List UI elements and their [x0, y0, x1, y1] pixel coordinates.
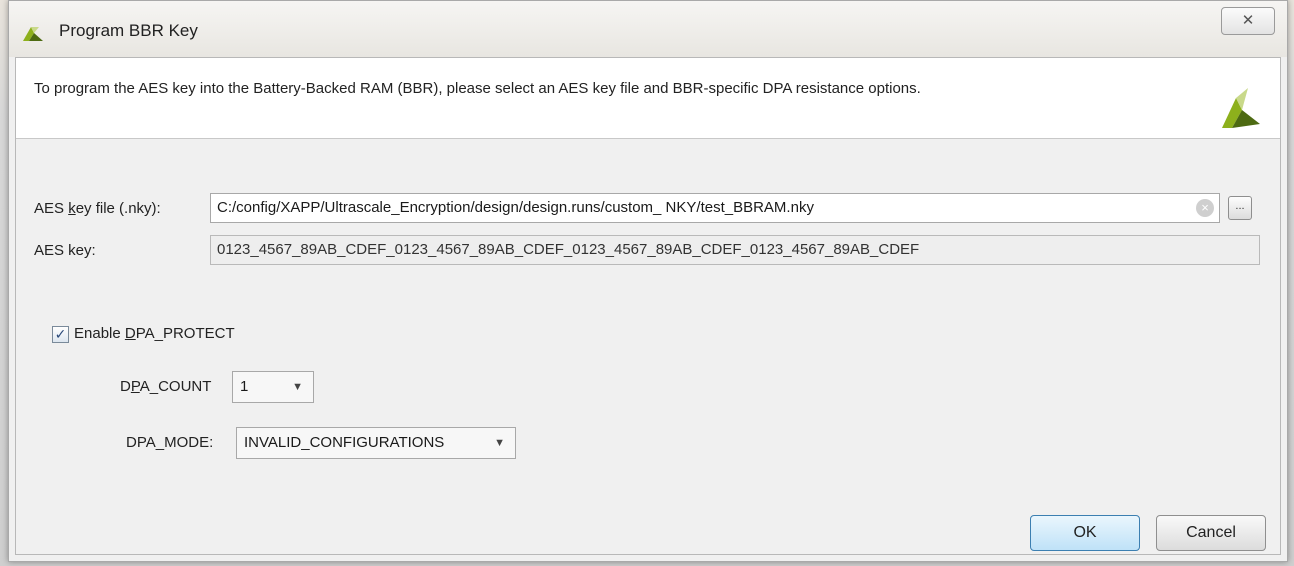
browse-button[interactable]: ... [1228, 196, 1252, 220]
aes-key-field: 0123_4567_89AB_CDEF_0123_4567_89AB_CDEF_… [210, 235, 1260, 265]
browse-icon: ... [1235, 200, 1245, 212]
program-bbr-key-dialog: Program BBR Key ✕ To program the AES key… [8, 0, 1288, 562]
cancel-button[interactable]: Cancel [1156, 515, 1266, 551]
dpa-count-select[interactable]: 1 ▼ [232, 371, 314, 403]
xilinx-logo-icon [1222, 88, 1260, 128]
window-title: Program BBR Key [59, 21, 198, 40]
ok-button[interactable]: OK [1030, 515, 1140, 551]
close-icon: ✕ [1241, 12, 1255, 29]
close-button[interactable]: ✕ [1221, 7, 1275, 35]
title-bar[interactable]: Program BBR Key ✕ [9, 1, 1287, 57]
dpa-mode-label: DPA_MODE: [126, 434, 214, 451]
enable-dpa-protect-label[interactable]: Enable DPA_PROTECT [74, 325, 235, 342]
description-banner: To program the AES key into the Battery-… [16, 58, 1280, 139]
aes-key-file-value: C:/config/XAPP/Ultrascale_Encryption/des… [217, 199, 814, 216]
dpa-count-value: 1 [240, 378, 249, 395]
aes-key-file-input[interactable]: C:/config/XAPP/Ultrascale_Encryption/des… [210, 193, 1220, 223]
dpa-mode-select[interactable]: INVALID_CONFIGURATIONS ▼ [236, 427, 516, 459]
dropdown-arrow-icon: ▼ [292, 381, 303, 393]
enable-dpa-protect-checkbox[interactable]: ✓ [52, 326, 69, 343]
description-text: To program the AES key into the Battery-… [34, 80, 921, 97]
dropdown-arrow-icon: ▼ [494, 437, 505, 449]
xilinx-logo-icon [23, 27, 43, 41]
aes-key-value: 0123_4567_89AB_CDEF_0123_4567_89AB_CDEF_… [217, 241, 920, 258]
aes-key-file-label: AES key file (.nky): [34, 200, 161, 217]
dialog-content: To program the AES key into the Battery-… [15, 57, 1281, 555]
dpa-count-label: DPA_COUNT [120, 378, 212, 395]
aes-key-label: AES key: [34, 242, 96, 259]
dpa-mode-value: INVALID_CONFIGURATIONS [244, 434, 445, 451]
checkbox-check-icon: ✓ [54, 326, 67, 342]
clear-icon[interactable]: × [1196, 199, 1214, 217]
